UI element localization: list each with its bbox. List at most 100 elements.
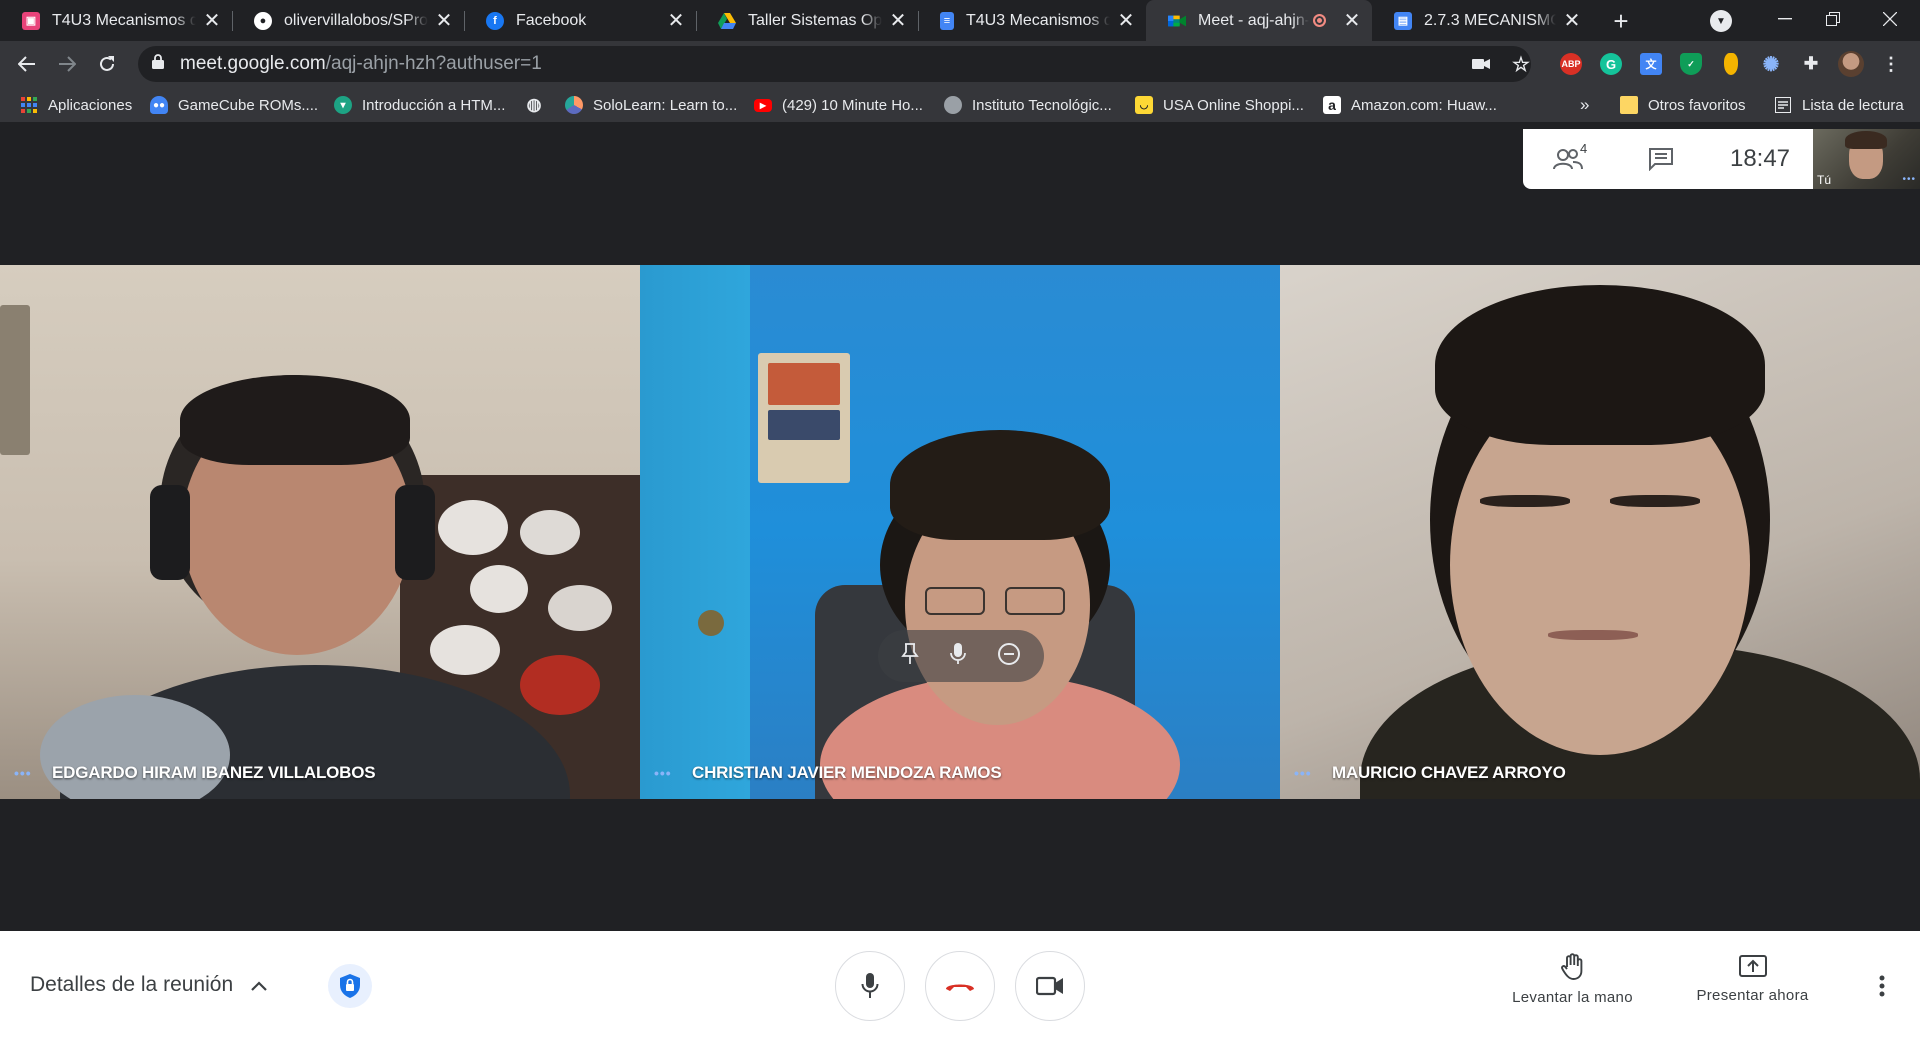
tile-hover-controls — [878, 630, 1044, 682]
close-tab-icon[interactable]: ✕ — [1562, 8, 1582, 33]
hang-up-button[interactable] — [925, 951, 995, 1021]
honey-icon[interactable] — [1724, 53, 1738, 75]
bookmark-label: GameCube ROMs.... — [178, 96, 319, 114]
bookmark-sololearn[interactable]: SoloLearn: Learn to... — [565, 87, 737, 123]
restore-icon[interactable] — [1816, 4, 1850, 34]
star-icon[interactable]: ☆ — [1510, 53, 1532, 76]
bookmark-youtube[interactable]: ▶ (429) 10 Minute Ho... — [754, 87, 923, 123]
present-now-label: Presentar ahora — [1696, 987, 1809, 1004]
puzzle-icon[interactable]: ✚ — [1800, 53, 1822, 75]
bookmark-label: (429) 10 Minute Ho... — [782, 96, 923, 114]
participant-options-icon[interactable]: ••• — [14, 765, 32, 781]
close-tab-icon[interactable]: ✕ — [434, 8, 454, 33]
bookmark-globe[interactable]: ◍ — [525, 87, 553, 123]
close-tab-icon[interactable]: ✕ — [1116, 8, 1136, 33]
camera-icon[interactable] — [1470, 53, 1492, 75]
meeting-details-label: Detalles de la reunión — [30, 973, 234, 996]
chat-button[interactable] — [1615, 129, 1707, 189]
video-camera-icon — [1036, 976, 1063, 996]
participants-button[interactable]: 4 — [1523, 129, 1615, 189]
remove-participant-icon[interactable] — [997, 642, 1021, 671]
drive-icon — [718, 12, 736, 30]
reading-list-button[interactable]: Lista de lectura — [1774, 87, 1904, 123]
tab-title: Facebook — [516, 11, 587, 29]
tab-search-icon[interactable]: ▼ — [1710, 10, 1732, 32]
meet-bottom-bar: Detalles de la reunión Levantar la mano … — [0, 931, 1920, 1041]
profile-avatar[interactable] — [1838, 51, 1864, 77]
meeting-info-panel: 4 18:47 — [1523, 129, 1813, 189]
participant-count: 4 — [1580, 141, 1588, 156]
microphone-button[interactable] — [835, 951, 905, 1021]
more-options-button[interactable] — [1868, 969, 1896, 1003]
forward-button[interactable] — [50, 47, 84, 81]
bookmark-label: SoloLearn: Learn to... — [593, 96, 738, 114]
tab-github[interactable]: ● olivervillalobos/SProg ✕ — [232, 0, 464, 41]
present-screen-icon — [1738, 955, 1767, 977]
bookmark-html[interactable]: ▾ Introducción a HTM... — [334, 87, 505, 123]
tab-docs[interactable]: ≡ T4U3 Mecanismos de ✕ — [918, 0, 1146, 41]
chat-icon — [1649, 148, 1673, 171]
tab-drive[interactable]: Taller Sistemas Operat ✕ — [696, 0, 918, 41]
participant-tile-1[interactable]: ••• EDGARDO HIRAM IBANEZ VILLALOBOS — [0, 265, 640, 799]
close-tab-icon[interactable]: ✕ — [888, 8, 908, 33]
participant-options-icon[interactable]: ••• — [1294, 765, 1312, 781]
bookmark-gamecube[interactable]: ●● GameCube ROMs.... — [150, 87, 318, 123]
classroom-icon: ▣ — [22, 11, 40, 30]
microphone-icon — [861, 973, 879, 998]
bookmark-other-favorites[interactable]: Otros favoritos — [1620, 87, 1746, 123]
raise-hand-button[interactable]: Levantar la mano — [1505, 953, 1640, 1006]
bookmark-apps[interactable]: Aplicaciones — [20, 87, 132, 123]
present-now-button[interactable]: Presentar ahora — [1685, 953, 1820, 1004]
translate-icon[interactable]: 文 — [1640, 53, 1662, 75]
tab-forms[interactable]: ▤ 2.7.3 MECANISMOS D ✕ — [1372, 0, 1592, 41]
self-view-tile[interactable]: Tú ••• — [1813, 129, 1920, 189]
apps-grid-icon — [20, 96, 38, 114]
shield-lock-icon — [340, 974, 360, 998]
close-window-icon[interactable] — [1873, 4, 1907, 34]
participant-options-icon[interactable]: ••• — [654, 765, 672, 781]
bookmarks-overflow-button[interactable]: » — [1580, 87, 1589, 123]
participant-name: MAURICIO CHAVEZ ARROYO — [1332, 763, 1566, 782]
dark-reader-icon[interactable]: ✺ — [1760, 53, 1782, 76]
grammarly-icon[interactable]: G — [1600, 53, 1622, 75]
meeting-details-button[interactable]: Detalles de la reunión — [30, 973, 267, 997]
bookmark-label: Lista de lectura — [1802, 96, 1904, 114]
camera-button[interactable] — [1015, 951, 1085, 1021]
back-button[interactable] — [10, 47, 44, 81]
bookmark-label: Introducción a HTM... — [362, 96, 506, 114]
bookmark-instituto[interactable]: Instituto Tecnológic... — [944, 87, 1112, 123]
reading-list-icon — [1774, 96, 1792, 114]
participant-tile-3[interactable]: ••• MAURICIO CHAVEZ ARROYO — [1280, 265, 1920, 799]
tab-strip: ▣ T4U3 Mecanismos de ✕ ● olivervillalobo… — [0, 0, 1920, 41]
self-options-icon[interactable]: ••• — [1902, 174, 1916, 185]
globe-icon: ◍ — [526, 95, 542, 114]
participant-tile-2[interactable]: ••• CHRISTIAN JAVIER MENDOZA RAMOS — [640, 265, 1280, 799]
tab-title: 2.7.3 MECANISMOS D — [1424, 11, 1556, 29]
more-vertical-icon — [1879, 975, 1885, 997]
host-controls-button[interactable] — [328, 964, 372, 1008]
bookmark-label: USA Online Shoppi... — [1163, 96, 1304, 114]
address-bar[interactable]: meet.google.com/aqj-ahjn-hzh?authuser=1 — [138, 46, 1531, 82]
minimize-icon[interactable] — [1768, 4, 1802, 34]
bookmark-usa-shopping[interactable]: ◡ USA Online Shoppi... — [1135, 87, 1304, 123]
pin-icon[interactable] — [901, 642, 920, 671]
institute-icon — [944, 96, 962, 114]
participant-name: EDGARDO HIRAM IBANEZ VILLALOBOS — [52, 763, 376, 782]
adblock-icon[interactable]: ABP — [1560, 53, 1582, 75]
new-tab-button[interactable]: + — [1606, 6, 1636, 36]
reload-button[interactable] — [90, 47, 124, 81]
browser-menu-icon[interactable]: ⋮ — [1880, 53, 1902, 75]
bookmark-amazon[interactable]: a Amazon.com: Huaw... — [1323, 87, 1497, 123]
raise-hand-icon — [1560, 953, 1582, 980]
tab-title: Taller Sistemas Operat — [748, 11, 882, 29]
tab-facebook[interactable]: f Facebook ✕ — [464, 0, 696, 41]
close-tab-icon[interactable]: ✕ — [202, 8, 222, 33]
close-tab-icon[interactable]: ✕ — [666, 8, 686, 33]
shield-ext-icon[interactable]: ✓ — [1680, 53, 1702, 75]
tab-meet-active[interactable]: Meet - aqj-ahjn-h ✕ — [1146, 0, 1372, 41]
url-text: meet.google.com/aqj-ahjn-hzh?authuser=1 — [180, 53, 542, 75]
mute-participant-icon[interactable] — [950, 642, 966, 671]
close-tab-icon[interactable]: ✕ — [1342, 8, 1362, 33]
tab-classroom[interactable]: ▣ T4U3 Mecanismos de ✕ — [0, 0, 232, 41]
tab-title: T4U3 Mecanismos de — [52, 11, 196, 29]
